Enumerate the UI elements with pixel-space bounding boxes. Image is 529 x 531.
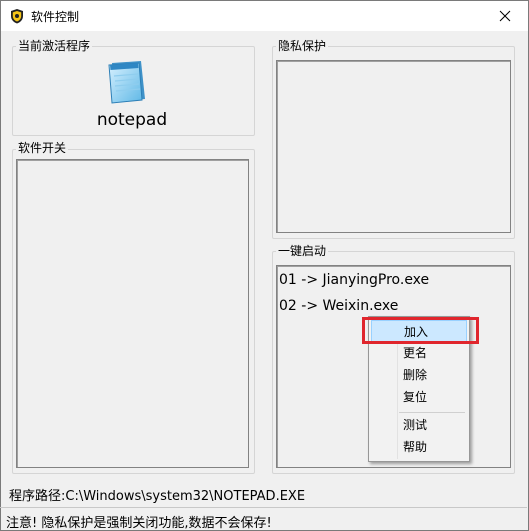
menu-item-reset[interactable]: 复位 [369, 386, 469, 408]
close-button[interactable] [482, 1, 528, 31]
list-item[interactable]: 01 -> JianyingPro.exe [279, 272, 429, 288]
window-title: 软件控制 [31, 10, 80, 24]
software-switch-label: 软件开关 [16, 141, 69, 155]
software-switch-list[interactable] [16, 159, 249, 468]
menu-separator [399, 412, 465, 413]
menu-item-label: 更名 [403, 346, 428, 360]
menu-item-help[interactable]: 帮助 [369, 436, 469, 458]
menu-item-label: 测试 [403, 418, 428, 432]
status-bar: 注意! 隐私保护是强制关闭功能,数据不会保存! [0, 507, 527, 531]
notepad-icon [108, 61, 145, 104]
menu-item-test[interactable]: 测试 [369, 414, 469, 436]
list-item[interactable]: 02 -> Weixin.exe [279, 298, 398, 314]
privacy-label: 隐私保护 [276, 39, 329, 53]
close-icon [499, 10, 511, 22]
menu-item-label: 删除 [403, 368, 428, 382]
menu-item-label: 帮助 [403, 440, 428, 454]
menu-item-delete[interactable]: 删除 [369, 364, 469, 386]
menu-item-rename[interactable]: 更名 [369, 342, 469, 364]
title-bar[interactable]: 软件控制 [1, 1, 528, 31]
one-click-start-label: 一键启动 [276, 244, 329, 258]
annotation-highlight-box [362, 317, 479, 344]
program-path: 程序路径:C:\Windows\system32\NOTEPAD.EXE [9, 489, 306, 504]
app-shield-icon [11, 9, 23, 24]
menu-item-label: 复位 [403, 390, 428, 404]
active-app-name: notepad [96, 110, 168, 130]
active-program-label: 当前激活程序 [16, 39, 93, 53]
status-text: 注意! 隐私保护是强制关闭功能,数据不会保存! [6, 516, 272, 531]
privacy-list[interactable] [276, 60, 511, 233]
